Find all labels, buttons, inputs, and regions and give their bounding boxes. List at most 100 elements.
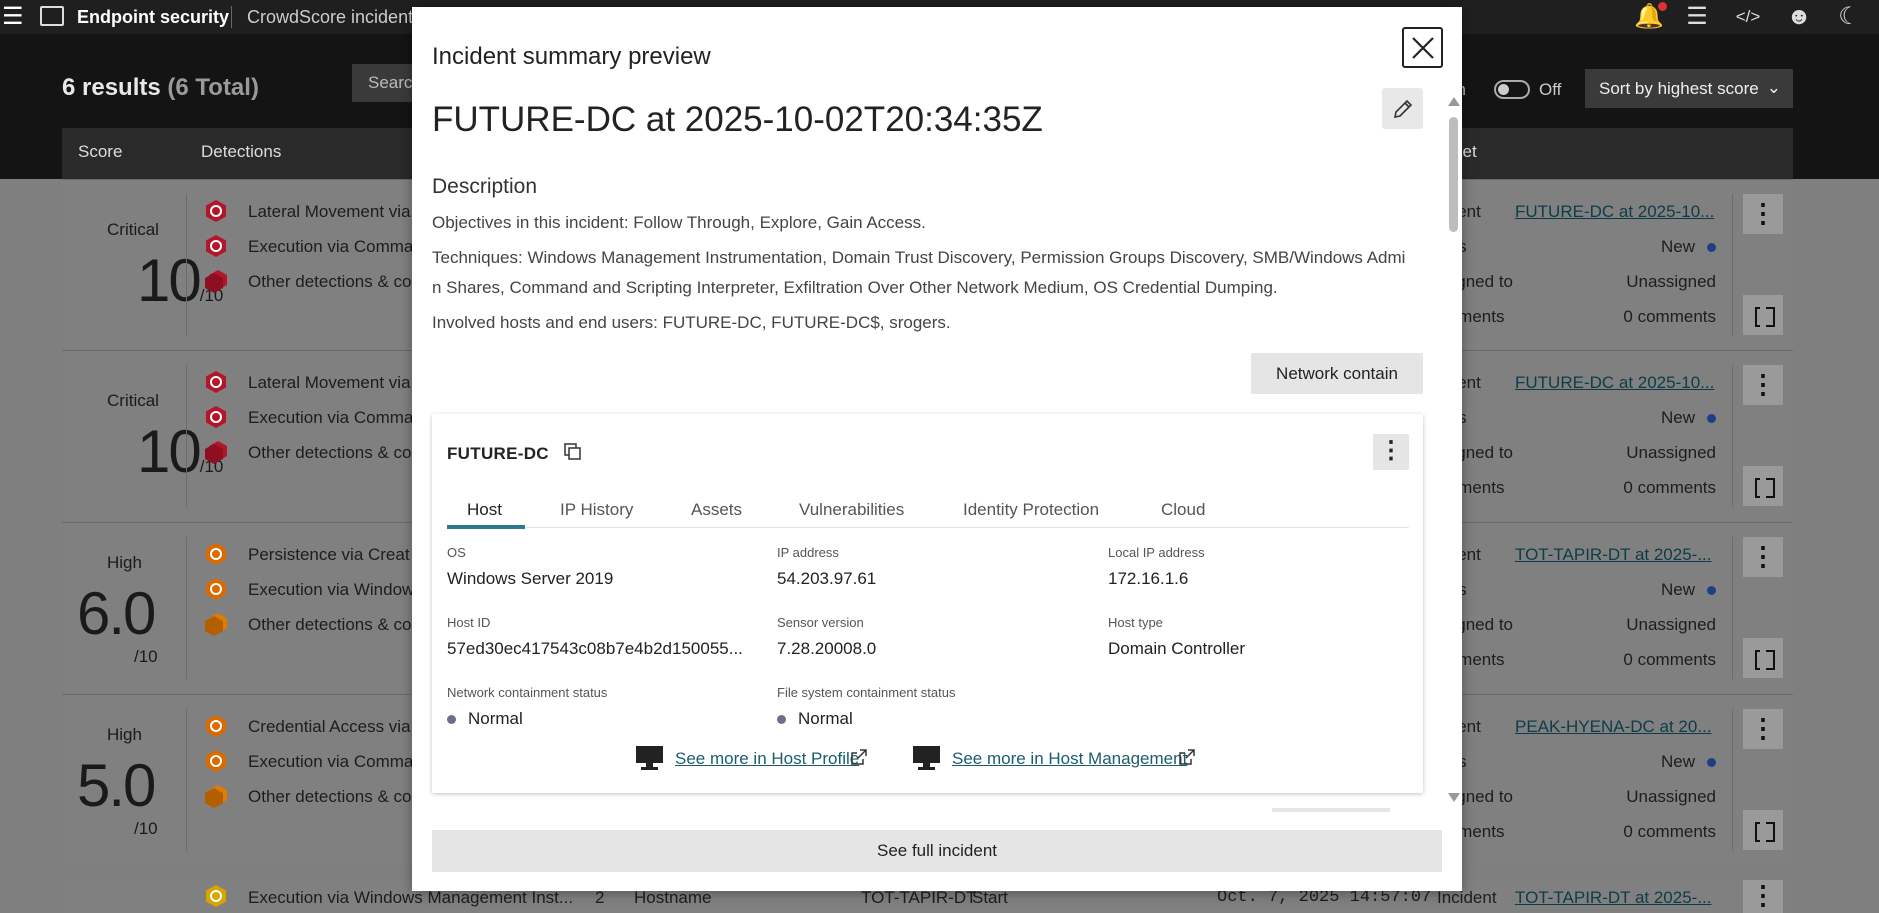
notification-badge: [1658, 2, 1667, 11]
detection-label: Lateral Movement via: [248, 202, 411, 221]
copy-icon[interactable]: [563, 442, 583, 462]
breadcrumb[interactable]: CrowdScore incidents: [247, 7, 422, 28]
host-management-link[interactable]: See more in Host Management: [952, 749, 1187, 769]
detection-label: Persistence via Creat: [248, 545, 410, 564]
more-options-button[interactable]: ⋮: [1743, 880, 1783, 913]
critical-hexagon-icon: [206, 371, 226, 393]
auto-refresh-toggle[interactable]: [1494, 80, 1530, 99]
incident-link[interactable]: TOT-TAPIR-DT at 2025-...: [1515, 545, 1712, 565]
involved-hosts-text: Involved hosts and end users: FUTURE-DC,…: [432, 313, 951, 332]
hostname-label: Hostname: [634, 888, 712, 907]
active-tab-indicator: [447, 525, 525, 529]
more-options-button[interactable]: ⋮: [1743, 194, 1783, 234]
divider: [186, 194, 187, 336]
tab-vulnerabilities[interactable]: Vulnerabilities: [799, 500, 904, 520]
close-icon: [1412, 37, 1434, 59]
critical-hexagon-icon: [206, 200, 226, 222]
column-header-detections[interactable]: Detections: [201, 142, 281, 162]
severity-label: Critical: [107, 391, 159, 410]
divider: [1732, 194, 1733, 336]
expand-icon[interactable]: [1743, 638, 1783, 678]
severity-label: Critical: [107, 220, 159, 239]
external-link-icon: [1179, 749, 1195, 765]
host-details-card: FUTURE-DC ⋮ Host IP History Assets Vulne…: [432, 414, 1423, 793]
network-contain-button[interactable]: Network contain: [1251, 353, 1423, 394]
divider: [1732, 365, 1733, 507]
status-value: New: [1661, 408, 1716, 428]
critical-hexagon-icon: [206, 235, 226, 257]
detection-label: Other detections & co: [248, 443, 412, 462]
menu-icon[interactable]: ☰: [2, 5, 24, 29]
ip-address-label: IP address: [777, 545, 839, 560]
divider: [231, 6, 232, 28]
high-hexagon-icon: [206, 578, 226, 600]
host-more-options-button[interactable]: ⋮: [1373, 434, 1409, 470]
results-total-text: (6 Total): [167, 74, 259, 101]
host-profile-link[interactable]: See more in Host Profile: [675, 749, 859, 769]
os-value: Windows Server 2019: [447, 569, 614, 588]
column-header-score[interactable]: Score: [78, 142, 122, 162]
network-containment-text: Normal: [468, 709, 523, 728]
sort-dropdown[interactable]: Sort by highest score ⌄: [1585, 69, 1793, 108]
expand-icon[interactable]: [1743, 295, 1783, 335]
stacked-hexagon-icon: [205, 785, 227, 808]
detection-label: Lateral Movement via: [248, 373, 411, 392]
objectives-text: Objectives in this incident: Follow Thro…: [432, 213, 926, 232]
network-containment-label: Network containment status: [447, 685, 608, 700]
high-hexagon-icon: [206, 750, 226, 772]
status-value: New: [1661, 752, 1716, 772]
host-tabs: Host IP History Assets Vulnerabilities I…: [447, 488, 1409, 529]
chevron-down-icon: ⌄: [1766, 78, 1781, 97]
divider: [186, 537, 187, 679]
expand-icon[interactable]: [1743, 466, 1783, 506]
tab-identity-protection[interactable]: Identity Protection: [963, 500, 1099, 520]
user-icon[interactable]: ☻: [1785, 3, 1813, 31]
assigned-value: Unassigned: [1626, 443, 1716, 462]
tab-cloud[interactable]: Cloud: [1161, 500, 1205, 520]
description-heading: Description: [432, 175, 538, 198]
more-options-button[interactable]: ⋮: [1743, 537, 1783, 577]
incident-link[interactable]: TOT-TAPIR-DT at 2025-...: [1515, 888, 1712, 908]
status-dot: [447, 715, 456, 725]
detection-label: Credential Access via: [248, 717, 411, 736]
search-input[interactable]: Search: [352, 64, 422, 102]
app-name[interactable]: Endpoint security: [77, 7, 229, 28]
tab-host[interactable]: Host: [467, 500, 502, 520]
assigned-value: Unassigned: [1626, 787, 1716, 806]
scroll-down-arrow[interactable]: [1448, 793, 1460, 802]
code-icon[interactable]: </>: [1734, 3, 1762, 31]
see-full-incident-button[interactable]: See full incident: [432, 830, 1442, 872]
incident-link[interactable]: PEAK-HYENA-DC at 20...: [1515, 717, 1712, 737]
comments-value: 0 comments: [1623, 650, 1716, 669]
incident-link[interactable]: FUTURE-DC at 2025-10...: [1515, 373, 1714, 393]
status-dot: [777, 715, 786, 725]
scroll-up-arrow[interactable]: [1448, 97, 1460, 106]
comments-value: 0 comments: [1623, 307, 1716, 326]
expand-icon[interactable]: [1743, 810, 1783, 850]
tab-ip-history[interactable]: IP History: [560, 500, 633, 520]
status-dot: [1707, 758, 1716, 768]
messages-icon[interactable]: ☰: [1683, 3, 1711, 31]
host-id-label: Host ID: [447, 615, 491, 630]
edit-button[interactable]: [1382, 88, 1423, 129]
detection-label: Execution via Comma: [248, 752, 414, 771]
high-hexagon-icon: [206, 543, 226, 565]
close-button[interactable]: [1402, 27, 1443, 68]
detection-label: Execution via Comma: [248, 237, 414, 256]
incident-title: FUTURE-DC at 2025-10-02T20:34:35Z: [432, 100, 1043, 139]
score-denominator: /10: [134, 819, 158, 838]
divider: [1732, 709, 1733, 851]
dark-mode-icon[interactable]: ☾: [1835, 3, 1863, 31]
status-dot: [1707, 586, 1716, 596]
more-options-button[interactable]: ⋮: [1743, 365, 1783, 405]
partially-visible-button[interactable]: [1272, 808, 1390, 812]
status-dot: [1707, 243, 1716, 253]
more-options-button[interactable]: ⋮: [1743, 709, 1783, 749]
incident-link[interactable]: FUTURE-DC at 2025-10...: [1515, 202, 1714, 222]
tab-assets[interactable]: Assets: [691, 500, 742, 520]
medium-hexagon-icon: [206, 885, 226, 907]
detection-label: Execution via Window: [248, 580, 415, 599]
local-ip-value: 172.16.1.6: [1108, 569, 1189, 588]
scrollbar-thumb[interactable]: [1449, 117, 1458, 232]
stacked-hexagon-icon: [205, 270, 227, 293]
